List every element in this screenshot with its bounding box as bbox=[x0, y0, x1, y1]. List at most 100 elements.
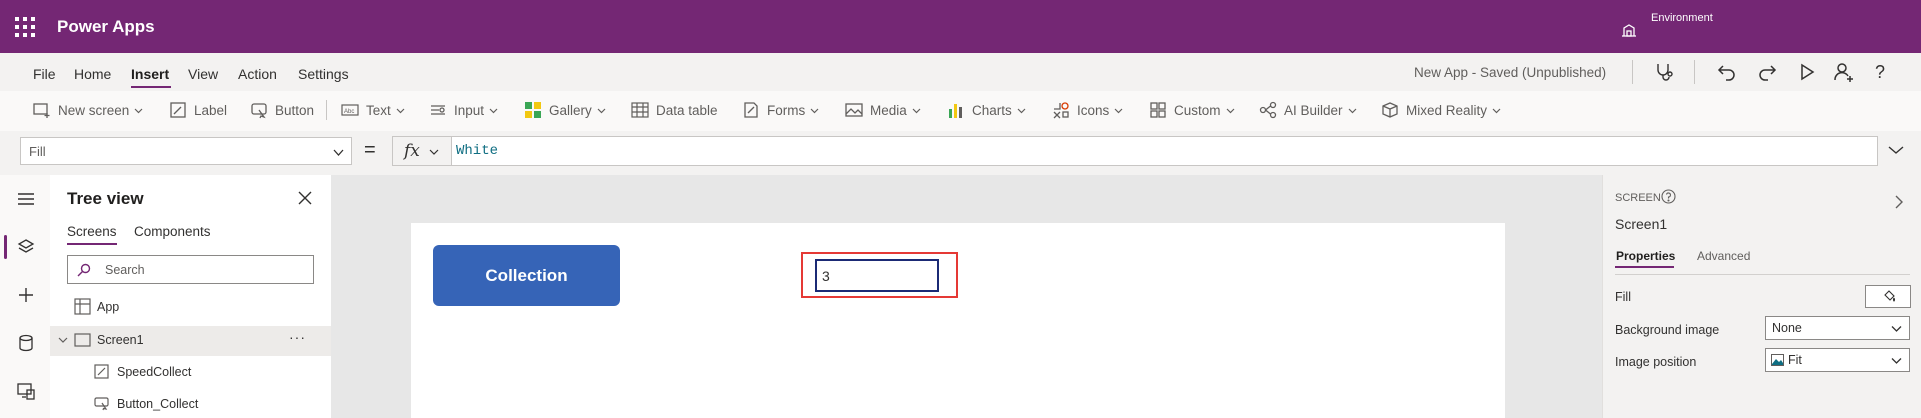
formula-expand-icon[interactable] bbox=[1887, 144, 1905, 156]
tab-properties[interactable]: Properties bbox=[1616, 249, 1675, 263]
insert-plus-icon[interactable] bbox=[16, 285, 36, 305]
selected-kind-label: SCREEN bbox=[1615, 192, 1661, 204]
icons-menu[interactable]: Icons bbox=[1052, 99, 1123, 121]
tab-advanced[interactable]: Advanced bbox=[1697, 249, 1750, 263]
preview-play-icon[interactable] bbox=[1798, 63, 1816, 81]
chevron-right-icon[interactable] bbox=[1893, 194, 1905, 210]
tree-item-speedcollect[interactable]: SpeedCollect bbox=[117, 365, 191, 379]
formula-input[interactable]: White bbox=[456, 143, 498, 159]
chevron-down-icon bbox=[1492, 108, 1501, 113]
environment-icon[interactable] bbox=[1621, 22, 1637, 38]
ai-builder-menu[interactable]: AI Builder bbox=[1259, 99, 1357, 121]
chevron-down-icon[interactable] bbox=[58, 336, 68, 344]
chevron-down-icon bbox=[597, 108, 606, 113]
media-devices-icon[interactable] bbox=[16, 381, 36, 401]
button-icon bbox=[251, 103, 267, 119]
mixed-reality-menu[interactable]: Mixed Reality bbox=[1381, 99, 1501, 121]
input-menu[interactable]: Input bbox=[429, 99, 498, 121]
chevron-down-icon bbox=[1891, 358, 1902, 364]
menu-file[interactable]: File bbox=[33, 66, 56, 82]
share-user-icon[interactable] bbox=[1834, 62, 1854, 82]
property-value: Fill bbox=[29, 144, 46, 159]
help-circle-icon[interactable] bbox=[1661, 189, 1676, 204]
redo-icon[interactable] bbox=[1757, 62, 1777, 82]
forms-label: Forms bbox=[767, 102, 806, 118]
tree-item-app[interactable]: App bbox=[97, 300, 119, 314]
fill-color-picker[interactable] bbox=[1865, 285, 1911, 308]
chevron-down-icon bbox=[429, 149, 439, 155]
toolbar-divider bbox=[326, 100, 327, 120]
new-screen-button[interactable]: New screen bbox=[33, 99, 143, 121]
environment-label[interactable]: Environment bbox=[1651, 12, 1713, 24]
text-menu[interactable]: Abc Text bbox=[341, 99, 405, 121]
label-control-icon bbox=[94, 364, 109, 379]
tab-screens[interactable]: Screens bbox=[67, 224, 117, 239]
mixed-reality-icon bbox=[1382, 102, 1398, 118]
icons-icon bbox=[1053, 102, 1069, 119]
custom-menu[interactable]: Custom bbox=[1149, 99, 1235, 121]
menu-view[interactable]: View bbox=[188, 66, 218, 82]
more-options-icon[interactable]: ··· bbox=[289, 329, 306, 345]
speed-text-input[interactable]: 3 bbox=[815, 259, 939, 292]
icons-label: Icons bbox=[1077, 102, 1110, 118]
media-label: Media bbox=[870, 102, 907, 118]
chevron-down-icon bbox=[912, 108, 921, 113]
app-header: Power Apps Environment bbox=[0, 0, 1921, 53]
chevron-down-icon bbox=[333, 149, 344, 156]
chevron-down-icon bbox=[396, 108, 405, 113]
menu-divider bbox=[1632, 60, 1633, 84]
image-position-dropdown[interactable]: Fit bbox=[1765, 348, 1910, 372]
tab-components[interactable]: Components bbox=[134, 224, 211, 239]
data-table-button[interactable]: Data table bbox=[631, 99, 718, 121]
forms-menu[interactable]: Forms bbox=[742, 99, 819, 121]
label-label: Label bbox=[194, 102, 228, 118]
formula-input-wrapper: fx White bbox=[392, 136, 1878, 166]
ai-builder-label: AI Builder bbox=[1284, 102, 1343, 118]
data-table-label: Data table bbox=[656, 102, 718, 118]
screen-icon bbox=[74, 333, 91, 347]
app-launcher-icon[interactable] bbox=[14, 16, 36, 38]
pane-divider bbox=[1615, 274, 1910, 275]
tab-active-underline bbox=[67, 243, 117, 245]
label-button[interactable]: Label bbox=[169, 99, 227, 121]
tree-view-panel bbox=[50, 175, 332, 418]
media-menu[interactable]: Media bbox=[845, 99, 921, 121]
app-checker-icon[interactable] bbox=[1653, 61, 1675, 83]
tree-view-layers-icon[interactable] bbox=[16, 237, 36, 257]
fx-icon: fx bbox=[404, 141, 420, 161]
gallery-label: Gallery bbox=[549, 102, 592, 118]
menu-home[interactable]: Home bbox=[74, 66, 111, 82]
menu-divider-2 bbox=[1694, 60, 1695, 84]
button-button[interactable]: Button bbox=[250, 99, 314, 121]
tree-search-input[interactable]: Search bbox=[67, 255, 314, 284]
text-label: Text bbox=[366, 102, 391, 118]
chevron-down-icon bbox=[1891, 326, 1902, 332]
chevron-down-icon bbox=[489, 108, 498, 113]
hamburger-menu-icon[interactable] bbox=[16, 189, 36, 209]
custom-label: Custom bbox=[1174, 102, 1221, 118]
menu-action[interactable]: Action bbox=[238, 66, 277, 82]
menu-insert[interactable]: Insert bbox=[131, 66, 169, 82]
forms-icon bbox=[744, 102, 758, 118]
tree-item-screen1[interactable]: Screen1 bbox=[97, 333, 144, 347]
menu-settings[interactable]: Settings bbox=[298, 66, 349, 82]
help-icon[interactable]: ? bbox=[1875, 62, 1885, 83]
data-cylinder-icon[interactable] bbox=[16, 333, 36, 353]
image-fit-icon bbox=[1771, 354, 1784, 366]
svg-text:Abc: Abc bbox=[344, 109, 354, 115]
chevron-down-icon bbox=[1114, 108, 1123, 113]
collection-button[interactable]: Collection bbox=[433, 245, 620, 306]
undo-icon[interactable] bbox=[1717, 62, 1737, 82]
tree-item-button-collect[interactable]: Button_Collect bbox=[117, 397, 198, 411]
gallery-menu[interactable]: Gallery bbox=[524, 99, 606, 121]
menu-active-underline bbox=[131, 86, 171, 88]
rail-active-indicator bbox=[4, 235, 7, 259]
image-position-label: Image position bbox=[1615, 355, 1697, 369]
paint-bucket-icon bbox=[1884, 290, 1896, 302]
charts-menu[interactable]: Charts bbox=[947, 99, 1026, 121]
function-button[interactable]: fx bbox=[393, 137, 452, 165]
property-dropdown[interactable]: Fill bbox=[20, 137, 352, 165]
background-image-dropdown[interactable]: None bbox=[1765, 316, 1910, 340]
app-name[interactable]: Power Apps bbox=[57, 17, 155, 37]
close-icon[interactable] bbox=[297, 190, 313, 206]
